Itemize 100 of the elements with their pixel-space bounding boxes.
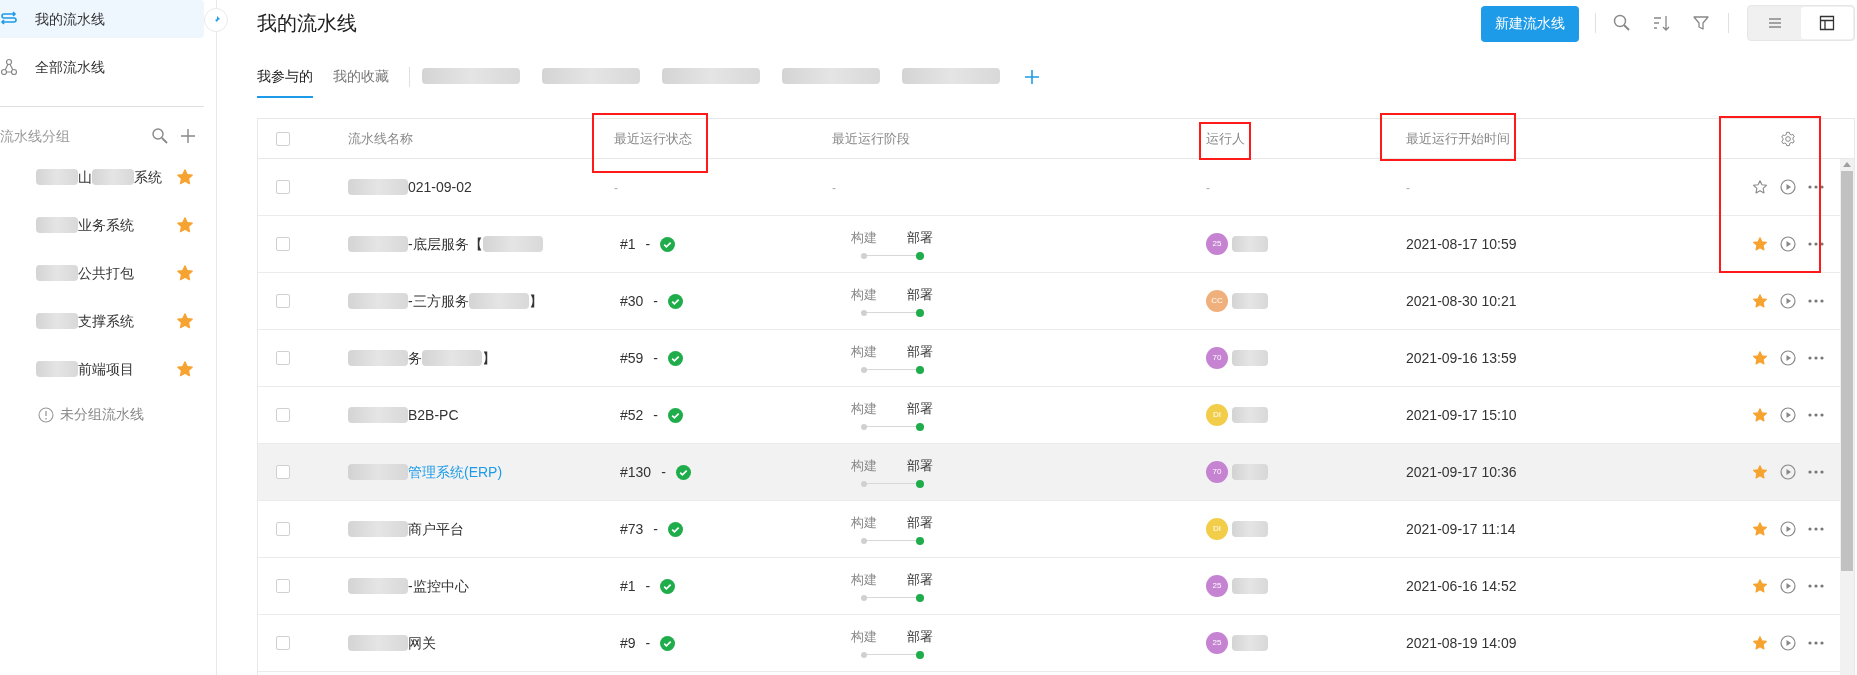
star-icon[interactable]: [1752, 179, 1768, 195]
stage-label: 构建: [850, 229, 878, 248]
stage-label: 构建: [850, 343, 878, 362]
add-tab-icon[interactable]: [1024, 69, 1040, 85]
more-icon[interactable]: [1808, 185, 1824, 189]
checkbox[interactable]: [276, 636, 290, 650]
nodes-icon: [0, 58, 18, 76]
start-time: 2021-09-17 15:10: [1406, 407, 1517, 423]
blurred-text: [348, 464, 408, 480]
star-icon[interactable]: [1752, 578, 1768, 594]
pin-button[interactable]: [204, 8, 228, 32]
run-number: #52: [620, 405, 644, 425]
checkbox[interactable]: [276, 408, 290, 422]
filter-icon[interactable]: [1692, 14, 1710, 32]
play-icon[interactable]: [1780, 236, 1796, 252]
more-icon[interactable]: [1808, 242, 1824, 246]
stage-label: 部署: [906, 286, 934, 305]
play-icon[interactable]: [1780, 179, 1796, 195]
star-icon[interactable]: [1752, 407, 1768, 423]
tab[interactable]: 我参与的: [257, 56, 313, 98]
blurred-text: [348, 179, 408, 195]
nav-item[interactable]: 我的流水线: [0, 0, 204, 38]
play-icon[interactable]: [1780, 293, 1796, 309]
stage-text: -: [832, 181, 836, 195]
star-icon[interactable]: [1752, 350, 1768, 366]
blurred-text: [92, 169, 134, 185]
star-icon[interactable]: [176, 168, 194, 186]
table-row[interactable]: 管理系统(ERP) #130 - 构建 部署 70 2021-09-17 10:36: [258, 444, 1840, 501]
view-mode-button[interactable]: [1801, 7, 1853, 39]
text-fragment: 系统: [134, 167, 162, 187]
star-icon[interactable]: [1752, 464, 1768, 480]
stage-label: 部署: [906, 400, 934, 419]
play-icon[interactable]: [1780, 521, 1796, 537]
blurred-text: [36, 217, 78, 233]
group-item[interactable]: 公共打包: [0, 259, 216, 287]
checkbox[interactable]: [276, 237, 290, 251]
play-icon[interactable]: [1780, 578, 1796, 594]
stage-label: 部署: [906, 628, 934, 647]
star-icon[interactable]: [176, 360, 194, 378]
star-icon[interactable]: [1752, 521, 1768, 537]
blurred-text: [1232, 521, 1268, 537]
more-icon[interactable]: [1808, 356, 1824, 360]
play-icon[interactable]: [1780, 464, 1796, 480]
search-icon[interactable]: [151, 127, 169, 145]
text-fragment: 网关: [408, 633, 436, 653]
group-item[interactable]: 前端项目: [0, 355, 216, 383]
add-icon[interactable]: [180, 128, 196, 144]
checkbox[interactable]: [276, 180, 290, 194]
checkbox[interactable]: [276, 465, 290, 479]
group-item[interactable]: 支撑系统: [0, 307, 216, 335]
run-number: #1: [620, 576, 636, 596]
column-header: 流水线名称: [348, 129, 413, 148]
nav-item[interactable]: 未分组流水线: [38, 404, 144, 425]
stage-label: 部署: [906, 229, 934, 248]
text-fragment: 管理系统(ERP): [408, 462, 503, 482]
star-icon[interactable]: [176, 264, 194, 282]
sort-icon[interactable]: [1652, 13, 1672, 33]
settings-icon[interactable]: [1780, 130, 1796, 147]
star-icon[interactable]: [1752, 236, 1768, 252]
layout-icon: [1819, 15, 1835, 31]
text-fragment: 支撑系统: [78, 311, 134, 331]
blurred-text: [36, 169, 78, 185]
star-icon[interactable]: [1752, 635, 1768, 651]
start-time: 2021-08-30 10:21: [1406, 293, 1517, 309]
blurred-text: [482, 236, 543, 252]
play-icon[interactable]: [1780, 407, 1796, 423]
stage-label: 构建: [850, 514, 878, 533]
star-icon[interactable]: [176, 216, 194, 234]
separator: -: [653, 519, 659, 539]
nav-item[interactable]: 全部流水线: [0, 48, 204, 86]
star-icon[interactable]: [1752, 293, 1768, 309]
separator: -: [653, 405, 659, 425]
tab[interactable]: 我的收藏: [333, 56, 389, 98]
checkbox[interactable]: [276, 579, 290, 593]
more-icon[interactable]: [1808, 470, 1824, 474]
scrollbar-thumb[interactable]: [1841, 171, 1853, 571]
more-icon[interactable]: [1808, 413, 1824, 417]
blurred-text: [348, 521, 408, 537]
checkbox[interactable]: [276, 351, 290, 365]
search-icon[interactable]: [1612, 13, 1632, 33]
group-item[interactable]: 业务系统: [0, 211, 216, 239]
blurred-text: [36, 313, 78, 329]
text-fragment: -三方服务: [408, 291, 469, 311]
more-icon[interactable]: [1808, 527, 1824, 531]
column-header: 最近运行状态: [614, 129, 692, 148]
blurred-text: [348, 236, 408, 252]
star-icon[interactable]: [176, 312, 194, 330]
more-icon[interactable]: [1808, 584, 1824, 588]
play-icon[interactable]: [1780, 635, 1796, 651]
play-icon[interactable]: [1780, 350, 1796, 366]
checkbox[interactable]: [276, 522, 290, 536]
scroll-up-icon[interactable]: [1843, 161, 1851, 167]
more-icon[interactable]: [1808, 299, 1824, 303]
blurred-text: [1232, 578, 1268, 594]
separator: -: [645, 234, 651, 254]
checkbox[interactable]: [276, 294, 290, 308]
checkbox[interactable]: [276, 131, 290, 146]
group-item[interactable]: 山 系统: [0, 163, 216, 191]
more-icon[interactable]: [1808, 641, 1824, 645]
scrollbar[interactable]: [1840, 159, 1854, 675]
